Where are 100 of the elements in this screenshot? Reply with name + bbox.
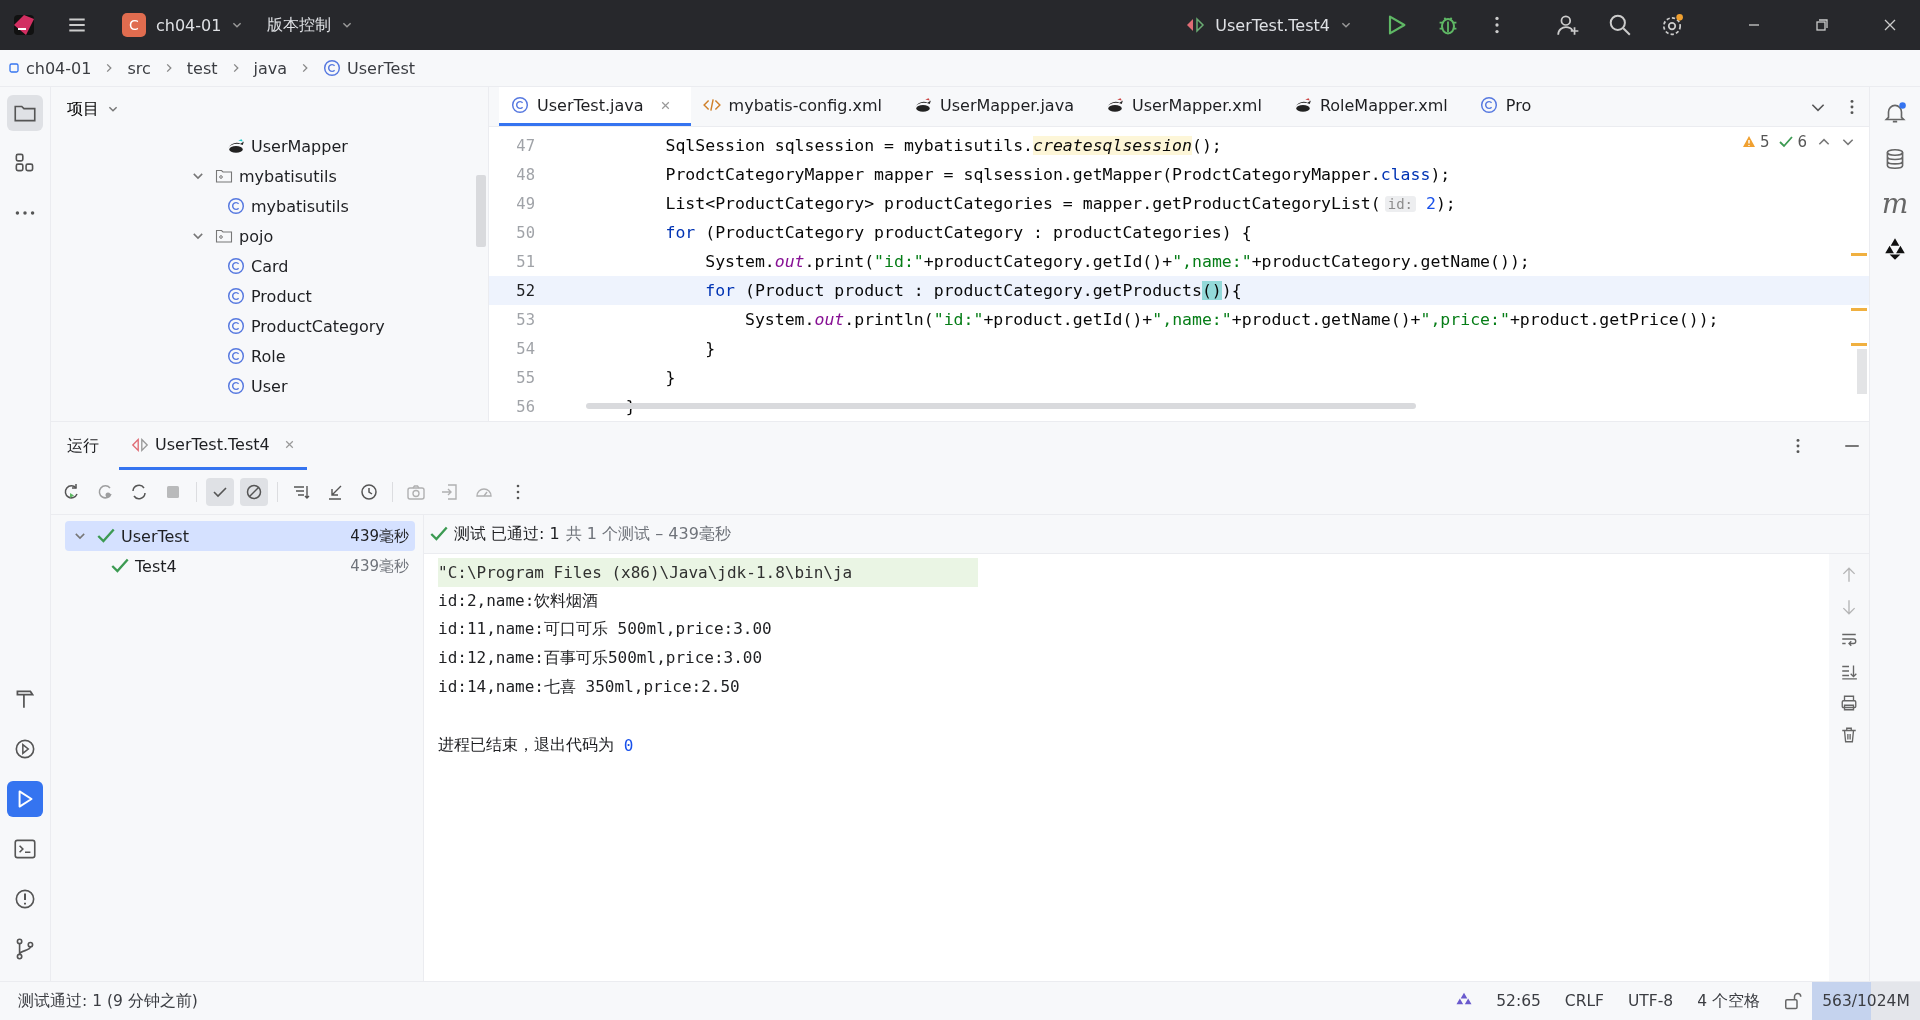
line-number: 54 xyxy=(515,339,536,358)
ignored-icon[interactable] xyxy=(240,478,268,506)
run-config-selector[interactable]: UserTest.Test4 xyxy=(1213,11,1332,39)
scrollbar-thumb[interactable] xyxy=(476,175,486,247)
tree-item[interactable]: mybatisutils xyxy=(239,166,337,186)
check-icon xyxy=(430,525,448,543)
breadcrumb-link[interactable]: java xyxy=(253,58,288,78)
code-line: for (ProductCategory productCategory : productCategories) { xyxy=(664,223,1252,242)
test-duration: 439毫秒 xyxy=(350,526,409,546)
test-config-icon xyxy=(131,435,149,454)
settings-icon[interactable] xyxy=(1660,13,1684,37)
line-number: 52 xyxy=(515,281,536,300)
line-separator[interactable]: CRLF xyxy=(1564,992,1604,1010)
breadcrumb-link[interactable]: UserTest xyxy=(347,58,416,78)
class-icon xyxy=(227,347,245,365)
folder-icon[interactable] xyxy=(7,95,43,131)
app-logo-icon[interactable] xyxy=(12,13,36,37)
test-tree-row[interactable]: UserTest 439毫秒 xyxy=(65,521,415,551)
tree-item[interactable]: User xyxy=(251,376,288,396)
class-icon xyxy=(227,257,245,275)
breadcrumb-link[interactable]: ch04-01 xyxy=(26,58,92,78)
status-message[interactable]: 测试通过: 1 (9 分钟之前) xyxy=(18,990,198,1012)
tree-item[interactable]: pojo xyxy=(239,226,274,246)
test-tree-row[interactable]: Test4 439毫秒 xyxy=(65,551,415,581)
check-icon xyxy=(111,557,129,575)
project-view-selector[interactable]: 项目 xyxy=(67,98,99,120)
project-switcher[interactable]: ch04-01 xyxy=(154,11,224,39)
class-icon xyxy=(1479,96,1498,114)
line-number: 53 xyxy=(515,310,536,329)
class-icon xyxy=(511,96,529,114)
bird-icon xyxy=(914,96,932,114)
code-line: SqlSession sqlsession = mybatisutils.createsqlsession(); xyxy=(664,136,1222,155)
line-number: 49 xyxy=(515,194,536,213)
trash-icon[interactable] xyxy=(1840,726,1858,744)
scrollbar-thumb[interactable] xyxy=(1857,349,1867,394)
run-tab[interactable]: UserTest.Test4 xyxy=(119,422,307,470)
editor-tab[interactable]: Pro xyxy=(1467,87,1552,126)
print-icon[interactable] xyxy=(1840,694,1858,712)
code-line: for (Product product : productCategory.getProducts()){ xyxy=(704,281,1242,300)
scroll-to-end-icon[interactable] xyxy=(1840,662,1858,680)
line-number: 51 xyxy=(515,252,536,271)
console-output: id:12,name:百事可乐500ml,price:3.00 xyxy=(438,647,764,670)
class-icon xyxy=(227,377,245,395)
passed-count[interactable]: 6 xyxy=(1797,133,1807,151)
tree-item[interactable]: Card xyxy=(251,256,289,276)
line-number: 50 xyxy=(515,223,536,242)
maven-button[interactable]: m xyxy=(1875,187,1915,221)
class-icon xyxy=(227,317,245,335)
code-line: System.out.println("id:"+product.getId()+",name:"+product.getName()+",price:"+product.getPrice()); xyxy=(743,310,1719,329)
tree-item[interactable]: Product xyxy=(251,286,312,306)
check-icon[interactable] xyxy=(206,478,234,506)
bird-icon xyxy=(1105,96,1124,114)
bird-icon xyxy=(227,137,245,155)
bird-icon xyxy=(1293,96,1312,114)
line-number: 55 xyxy=(515,368,536,387)
test-name: UserTest xyxy=(121,526,190,546)
check-icon xyxy=(97,527,115,545)
editor-tab[interactable]: mybatis-config.xml xyxy=(690,87,902,126)
warning-marker[interactable] xyxy=(1851,253,1867,256)
memory-indicator[interactable]: 563/1024M xyxy=(1812,982,1920,1020)
console-output: id:11,name:可口可乐 500ml,price:3.00 xyxy=(438,618,773,641)
add-user-icon[interactable] xyxy=(1556,13,1580,37)
module-icon xyxy=(8,62,20,74)
warning-count[interactable]: 5 xyxy=(1759,133,1770,151)
editor-tab[interactable]: UserMapper.java xyxy=(902,87,1094,126)
lock-icon[interactable] xyxy=(1782,991,1802,1011)
package-folder-icon xyxy=(215,167,233,185)
test-result: 测试 已通过: 1 xyxy=(454,523,560,545)
code-line: ProdctCategoryMapper mapper = sqlsession.getMapper(ProdctCategoryMapper.class); xyxy=(664,165,1451,184)
exit-code: 0 xyxy=(623,735,634,755)
test-config-icon xyxy=(1185,15,1206,35)
tree-item[interactable]: ProductCategory xyxy=(251,316,385,336)
editor-tab[interactable]: RoleMapper.xml xyxy=(1281,87,1468,126)
tree-item[interactable]: Role xyxy=(251,346,286,366)
console-output: id:2,name:饮料烟酒 xyxy=(438,589,600,612)
class-icon xyxy=(323,59,342,77)
line-number: 56 xyxy=(515,397,536,416)
search-icon[interactable] xyxy=(1608,13,1632,37)
class-icon xyxy=(227,287,245,305)
vcs-menu[interactable]: 版本控制 xyxy=(265,10,334,40)
project-badge: C xyxy=(122,13,146,37)
check-icon[interactable] xyxy=(1779,135,1794,149)
indent-setting[interactable]: 4 个空格 xyxy=(1697,990,1760,1012)
editor-tab[interactable]: UserMapper.xml xyxy=(1093,87,1282,126)
breadcrumb-link[interactable]: src xyxy=(127,58,151,78)
package-folder-icon xyxy=(215,227,233,245)
breadcrumb-link[interactable]: test xyxy=(186,58,218,78)
tree-item[interactable]: mybatisutils xyxy=(251,196,349,216)
code-line: } xyxy=(664,368,676,387)
warning-marker[interactable] xyxy=(1851,308,1867,311)
run-icon[interactable] xyxy=(7,781,43,817)
warning-marker[interactable] xyxy=(1851,343,1867,346)
tree-item[interactable]: UserMapper xyxy=(251,136,348,156)
class-icon xyxy=(227,197,245,215)
file-encoding[interactable]: UTF-8 xyxy=(1628,992,1674,1010)
test-duration: 439毫秒 xyxy=(350,556,409,576)
panel-title: 运行 xyxy=(67,435,99,457)
test-name: Test4 xyxy=(135,556,178,576)
editor-tab[interactable]: UserTest.java xyxy=(499,87,691,126)
caret-position[interactable]: 52:65 xyxy=(1496,992,1541,1010)
